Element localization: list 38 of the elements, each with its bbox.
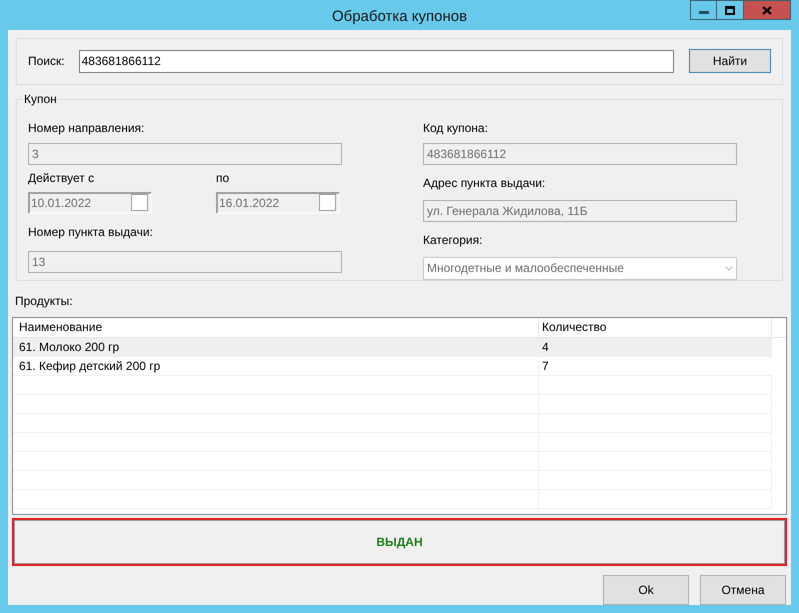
field-label: Номер пункта выдачи:	[28, 224, 153, 239]
window-title: Обработка купонов	[332, 7, 468, 27]
date-picker[interactable]: 10.01.2022	[28, 192, 152, 214]
table-row[interactable]: 61. Кефир детский 200 гр 7	[13, 356, 772, 376]
category-dropdown[interactable]: Многодетные и малообеспеченные	[423, 256, 737, 280]
column-header[interactable]: Количество	[539, 318, 772, 337]
dialog-button[interactable]: Отмена	[700, 575, 786, 605]
search-field[interactable]: 483681866112	[78, 50, 674, 73]
table-cell-text: 7	[541, 358, 550, 375]
column-header[interactable]: Наименование	[13, 318, 539, 337]
field-label: по	[216, 170, 230, 186]
checkbox[interactable]	[131, 194, 148, 212]
field-label: Адрес пункта выдачи:	[423, 176, 546, 190]
direction-number-field[interactable]: 3	[28, 142, 342, 165]
field-label: Действует с	[28, 170, 96, 186]
minimize-button[interactable]	[690, 0, 717, 20]
status-text: ВЫДАН	[376, 534, 423, 552]
field-label: Код купона:	[423, 120, 489, 136]
find-button[interactable]: Найти	[688, 49, 771, 74]
chevron-down-icon	[725, 266, 733, 271]
group-title: Купон	[23, 92, 58, 107]
coupon-code-field[interactable]: 483681866112	[423, 142, 737, 165]
field-label: Номер направления:	[28, 120, 146, 136]
table-row[interactable]: 61. Молоко 200 гр 4	[13, 338, 772, 357]
table-cell: 61. Молоко 200 гр	[13, 338, 539, 356]
address-field[interactable]: ул. Генерала Жидилова, 11Б	[423, 200, 737, 222]
field-label: Категория:	[423, 232, 482, 247]
close-icon	[762, 6, 772, 14]
point-number-field[interactable]: 13	[28, 250, 342, 273]
dialog-button[interactable]: Ok	[603, 575, 689, 605]
checkbox[interactable]	[319, 194, 336, 212]
table-cell-text: 4	[541, 338, 550, 356]
maximize-button[interactable]	[717, 0, 744, 20]
date-picker[interactable]: 16.01.2022	[216, 192, 340, 214]
products-label: Продукты:	[15, 294, 73, 308]
close-button[interactable]	[744, 0, 791, 20]
search-label: Поиск:	[28, 54, 65, 69]
table-cell: 61. Кефир детский 200 гр	[13, 356, 539, 375]
